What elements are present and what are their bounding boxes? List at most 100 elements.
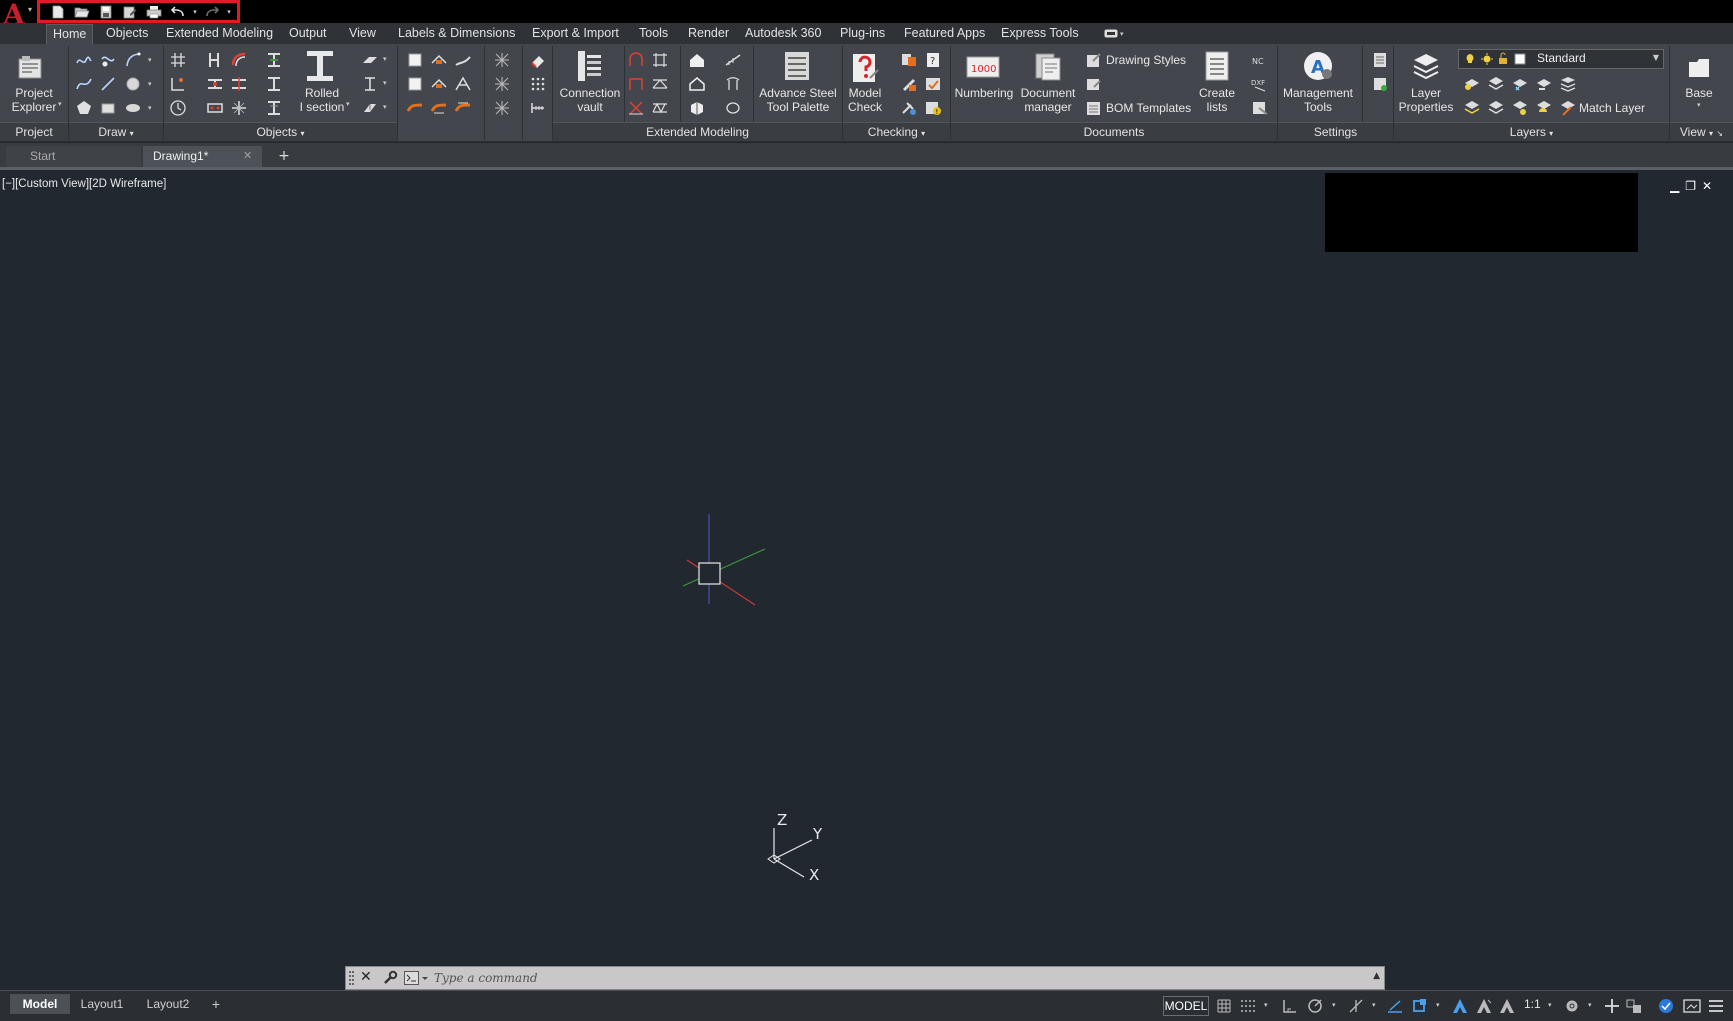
bom-templates-button[interactable]: BOM Templates: [1106, 100, 1191, 116]
beam-icon[interactable]: [206, 51, 224, 69]
special-part-icon[interactable]: [265, 75, 283, 93]
project-explorer-icon[interactable]: [17, 54, 45, 82]
layer-walk-icon[interactable]: [1487, 99, 1505, 117]
polyline-icon[interactable]: [75, 51, 93, 69]
chevron-down-icon[interactable]: ▾: [1548, 1001, 1552, 1009]
isodraft-icon[interactable]: [1347, 997, 1367, 1015]
haunch-icon[interactable]: [454, 99, 472, 117]
chevron-down-icon[interactable]: ▾: [383, 79, 387, 87]
dot-grid-icon[interactable]: [529, 75, 547, 93]
chevron-down-icon[interactable]: ▾: [1697, 101, 1701, 109]
layer-dropdown[interactable]: Standard ▼: [1458, 49, 1664, 69]
pattern-a-icon[interactable]: [493, 51, 511, 69]
chevron-down-icon[interactable]: ▾: [1372, 1001, 1376, 1009]
box-icon[interactable]: [406, 51, 424, 69]
cold-rolled-icon[interactable]: [361, 99, 379, 117]
hardware-acceleration-icon[interactable]: [1656, 997, 1676, 1015]
file-tab-start[interactable]: Start: [6, 146, 141, 167]
layer-properties-icon[interactable]: [1410, 50, 1442, 82]
model-check-button[interactable]: Model Check: [845, 86, 885, 114]
portal-icon[interactable]: [627, 75, 645, 93]
save-icon[interactable]: [94, 3, 118, 20]
layer-lock-icon[interactable]: [1535, 75, 1553, 93]
bolts-icon[interactable]: [206, 99, 224, 117]
polar-tracking-icon[interactable]: [1306, 997, 1326, 1015]
ring-icon[interactable]: [724, 99, 742, 117]
undo-icon[interactable]: [166, 3, 190, 20]
annotation-visibility-icon[interactable]: [1450, 997, 1470, 1015]
warning-list-icon[interactable]: !: [924, 99, 942, 117]
chevron-down-icon[interactable]: ▾: [346, 100, 350, 108]
pattern-c-icon[interactable]: [493, 99, 511, 117]
tools-check-icon[interactable]: [900, 99, 918, 117]
eraser-icon[interactable]: [529, 51, 547, 69]
solid-box-icon[interactable]: [406, 75, 424, 93]
base-button[interactable]: Base: [1678, 86, 1720, 100]
match-layer-icon[interactable]: [1559, 99, 1577, 117]
structure-check-icon[interactable]: [924, 75, 942, 93]
snap-mode-icon[interactable]: [1238, 997, 1258, 1015]
model-check-icon[interactable]: [850, 50, 880, 84]
numbering-icon[interactable]: 1000: [966, 54, 1000, 80]
grid-icon[interactable]: [169, 51, 187, 69]
document-manager-button[interactable]: Document manager: [1017, 86, 1079, 114]
audit-icon[interactable]: [900, 75, 918, 93]
project-explorer-button[interactable]: Project Explorer: [10, 86, 58, 114]
chevron-down-icon[interactable]: ▾: [148, 104, 152, 112]
joint-icon[interactable]: [430, 51, 448, 69]
save-as-icon[interactable]: [118, 3, 142, 20]
command-prompt-icon[interactable]: [404, 971, 432, 985]
flat-plate-icon[interactable]: [361, 51, 379, 69]
layer-thaw-icon[interactable]: [1511, 99, 1529, 117]
truss-icon[interactable]: [454, 75, 472, 93]
column-icon[interactable]: [265, 51, 283, 69]
model-space-toggle[interactable]: MODEL: [1163, 996, 1209, 1016]
help-doc-icon[interactable]: ?: [924, 51, 942, 69]
arc-icon[interactable]: [124, 51, 142, 69]
chevron-down-icon[interactable]: ▾: [148, 56, 152, 64]
tab-plug-ins[interactable]: Plug-ins: [840, 23, 885, 44]
qat-customize-chevron-icon[interactable]: ▾: [224, 3, 234, 20]
truss-beam-icon[interactable]: [651, 75, 669, 93]
polygon-icon[interactable]: [75, 99, 93, 117]
layer-properties-button[interactable]: Layer Properties: [1397, 86, 1455, 114]
rolled-i-section-icon[interactable]: [303, 49, 337, 83]
purlin-icon[interactable]: [430, 99, 448, 117]
layer-isolate-icon[interactable]: [1487, 75, 1505, 93]
building-grid-icon[interactable]: [169, 75, 187, 93]
lattice-icon[interactable]: [651, 99, 669, 117]
rectangle-icon[interactable]: [99, 99, 117, 117]
cage-icon[interactable]: [688, 99, 706, 117]
chevron-down-icon[interactable]: ▾: [1332, 1001, 1336, 1009]
new-tab-button[interactable]: +: [274, 149, 294, 165]
undo-dropdown-chevron-icon[interactable]: ▾: [190, 3, 200, 20]
bracing-icon[interactable]: [406, 99, 424, 117]
frame-icon[interactable]: [651, 51, 669, 69]
x-brace-icon[interactable]: [627, 99, 645, 117]
open-icon[interactable]: [70, 3, 94, 20]
rolled-i-section-button[interactable]: Rolled I section: [294, 86, 350, 114]
clash-icon[interactable]: [900, 51, 918, 69]
gear-icon[interactable]: [1562, 997, 1582, 1015]
base-view-icon[interactable]: [1686, 54, 1712, 80]
level-icon[interactable]: [169, 99, 187, 117]
circle-icon[interactable]: [124, 75, 142, 93]
house-icon[interactable]: [688, 51, 706, 69]
tab-export-import[interactable]: Export & Import: [532, 23, 619, 44]
ribbon-minimize-button[interactable]: ▾: [1104, 26, 1130, 41]
tab-home[interactable]: Home: [46, 24, 94, 44]
pattern-b-icon[interactable]: [493, 75, 511, 93]
settings-list-icon[interactable]: [1371, 51, 1389, 69]
plus-icon[interactable]: [1602, 997, 1622, 1015]
management-tools-button[interactable]: Management Tools: [1278, 86, 1358, 114]
chevron-down-icon[interactable]: ▾: [28, 5, 32, 14]
auto-scale-icon[interactable]: [1474, 997, 1494, 1015]
chevron-down-icon[interactable]: ▾: [148, 80, 152, 88]
roof-icon[interactable]: [688, 75, 706, 93]
tab-objects[interactable]: Objects: [106, 23, 148, 44]
chevron-down-icon[interactable]: ▾: [383, 55, 387, 63]
layer-on-icon[interactable]: [1535, 99, 1553, 117]
ellipse-icon[interactable]: [124, 99, 142, 117]
line-icon[interactable]: [99, 51, 117, 69]
tool-palette-icon[interactable]: [782, 50, 812, 82]
